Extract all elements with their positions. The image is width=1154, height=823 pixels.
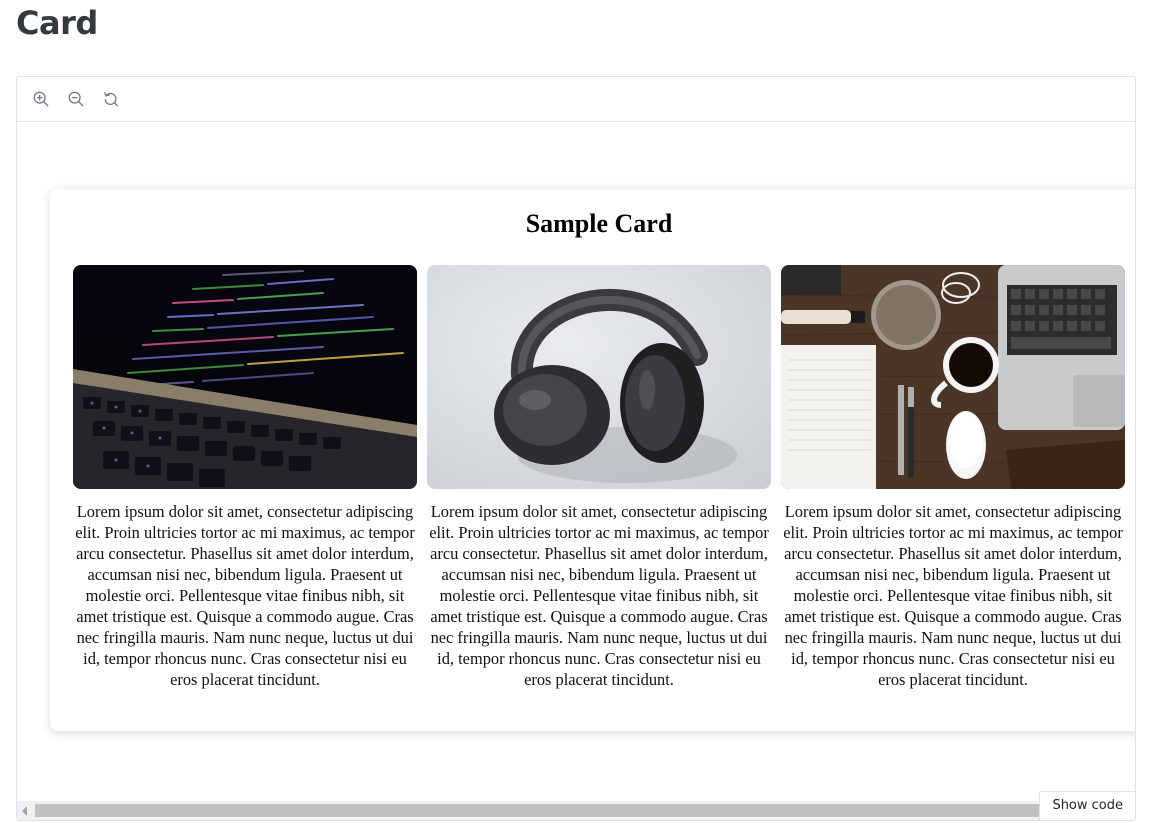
page-title: Card [16,4,98,42]
card-column: Lorem ipsum dolor sit amet, consectetur … [73,265,417,690]
zoom-in-icon [33,91,49,107]
reset-zoom-button[interactable] [101,89,121,109]
zoom-out-icon [68,91,84,107]
horizontal-scrollbar[interactable] [17,801,1135,820]
sample-card: Sample Card Lorem ipsum dolor sit amet, … [50,189,1135,731]
headphones-image [427,265,771,489]
show-code-button[interactable]: Show code [1039,791,1135,820]
card-column-text: Lorem ipsum dolor sit amet, consectetur … [429,502,769,689]
zoom-toolbar [17,77,1135,122]
desk-flatlay-image [781,265,1125,489]
card-title: Sample Card [525,209,673,238]
laptop-code-image [73,265,417,489]
scroll-left-arrow-icon[interactable] [22,806,27,816]
zoom-in-button[interactable] [31,89,51,109]
scroll-thumb[interactable] [35,804,1065,817]
preview-viewport: Sample Card Lorem ipsum dolor sit amet, … [17,123,1135,801]
card-column-text: Lorem ipsum dolor sit amet, consectetur … [783,502,1123,689]
demo-frame: Sample Card Lorem ipsum dolor sit amet, … [16,76,1136,821]
card-column-text: Lorem ipsum dolor sit amet, consectetur … [75,502,415,689]
card-column: Lorem ipsum dolor sit amet, consectetur … [781,265,1125,690]
card-column: Lorem ipsum dolor sit amet, consectetur … [427,265,771,690]
zoom-out-button[interactable] [66,89,86,109]
reset-icon [104,92,118,107]
